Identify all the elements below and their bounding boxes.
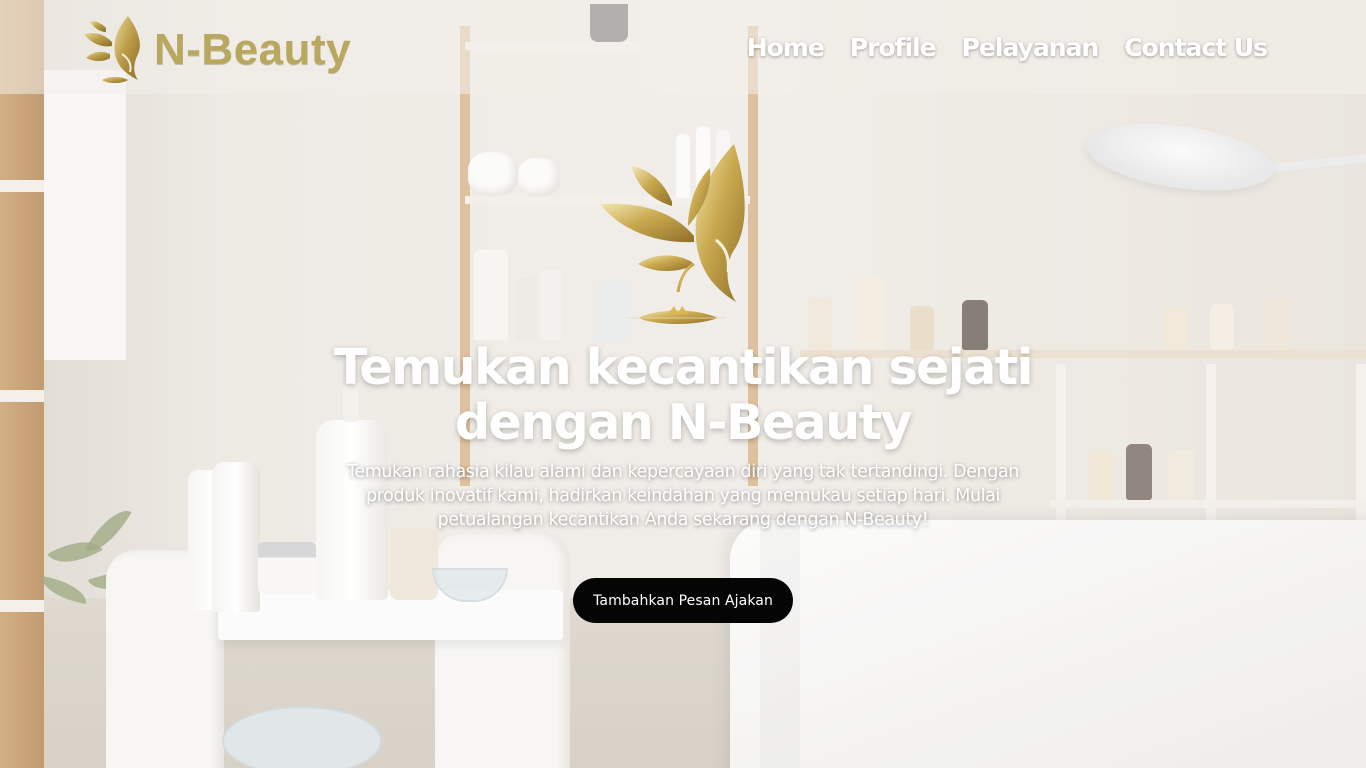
nav-pelayanan[interactable]: Pelayanan — [956, 28, 1105, 68]
hero-title: Temukan kecantikan sejati dengan N-Beaut… — [334, 339, 1033, 451]
brand-name: N-Beauty — [154, 25, 352, 74]
nav-profile[interactable]: Profile — [844, 28, 942, 68]
nav-home[interactable]: Home — [741, 28, 830, 68]
main-nav: Home Profile Pelayanan Contact Us — [741, 28, 1273, 68]
site-header: N-Beauty Home Profile Pelayanan Contact … — [0, 0, 1366, 94]
nav-contact-us[interactable]: Contact Us — [1118, 28, 1273, 68]
cta-button[interactable]: Tambahkan Pesan Ajakan — [573, 578, 793, 623]
brand-logo-link[interactable]: N-Beauty — [82, 14, 351, 86]
lotus-face-icon — [84, 16, 140, 83]
lotus-face-icon — [600, 144, 745, 324]
hero-subtitle: Temukan rahasia kilau alami dan kepercay… — [347, 462, 1019, 530]
